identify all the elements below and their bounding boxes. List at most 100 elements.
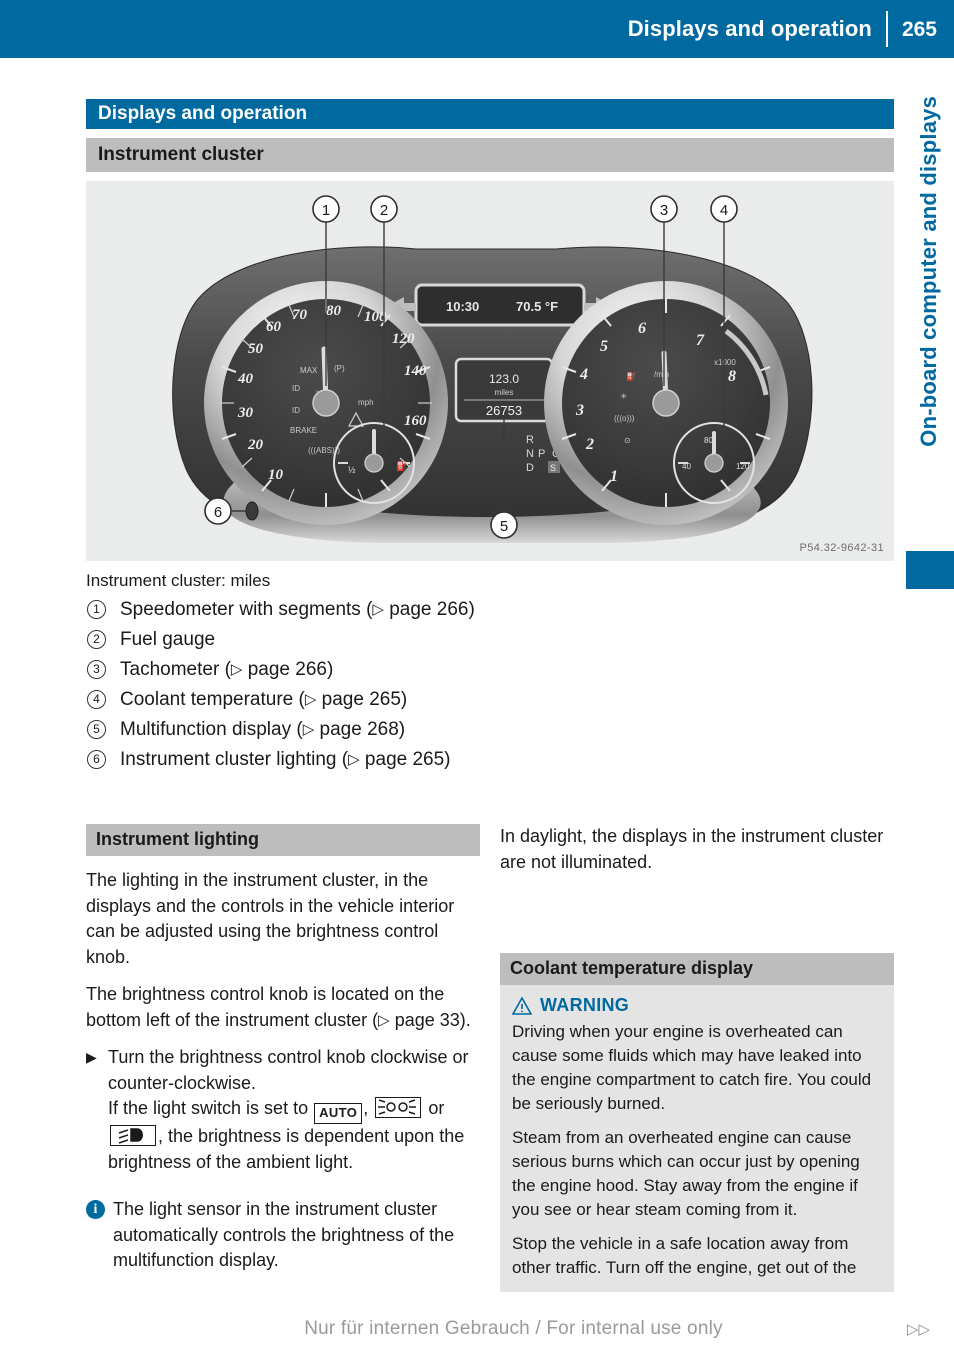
triangle-ref-icon: ▷ [302, 721, 315, 738]
svg-text:3: 3 [660, 202, 668, 219]
svg-text:10: 10 [268, 467, 284, 483]
svg-text:⛽: ⛽ [626, 371, 636, 381]
svg-text:70: 70 [292, 307, 308, 323]
footer-watermark-text: Nur für internen Gebrauch / For internal… [304, 1318, 723, 1339]
svg-text:ID: ID [292, 384, 300, 393]
legend-item: 6 Instrument cluster lighting (▷ page 26… [86, 745, 894, 775]
running-header-divider [885, 11, 888, 47]
svg-text:20: 20 [247, 437, 264, 453]
info-note-text: The light sensor in the instrument clust… [113, 1199, 455, 1270]
page-reference[interactable]: (▷ page 33). [372, 1010, 471, 1030]
svg-text:3: 3 [575, 402, 584, 419]
subsection-heading-label: Instrument lighting [96, 829, 259, 849]
page-reference[interactable]: (▷ page 268) [296, 719, 405, 740]
page-reference[interactable]: (▷ page 265) [342, 749, 451, 770]
side-index: On-board computer and displays [904, 96, 954, 566]
svg-text:40: 40 [237, 371, 254, 387]
legend-text-1: Speedometer with segments (▷ page 266) [120, 599, 475, 620]
svg-text:7: 7 [696, 332, 705, 349]
legend-number-1: 1 [86, 595, 120, 625]
svg-text:120: 120 [736, 462, 750, 471]
legend-item: 3 Tachometer (▷ page 266) [86, 655, 894, 685]
body-columns: Instrument lighting The lighting in the … [86, 824, 894, 1292]
legend-number-4: 4 [86, 685, 120, 715]
chapter-bar: Displays and operation [86, 99, 894, 129]
svg-text:½: ½ [348, 465, 356, 475]
triangle-ref-icon: ▷ [372, 601, 384, 618]
legend-number-5: 5 [86, 715, 120, 745]
section-bar-label: Instrument cluster [98, 144, 264, 165]
svg-text:120: 120 [392, 331, 415, 347]
svg-text:40: 40 [682, 462, 691, 471]
instrument-cluster-illustration: 10:30 70.5 °F 123.0 miles 26753 R N P C … [86, 181, 894, 561]
legend-item: 5 Multifunction display (▷ page 268) [86, 715, 894, 745]
svg-text:S: S [550, 463, 556, 473]
svg-text:x1000: x1000 [714, 358, 736, 367]
low-beam-headlight-icon [110, 1125, 156, 1146]
content-area: Displays and operation Instrument cluste… [86, 99, 894, 775]
svg-text:BRAKE: BRAKE [290, 426, 317, 435]
svg-text:1: 1 [610, 468, 618, 485]
paragraph-daylight: In daylight, the displays in the instrum… [500, 826, 884, 872]
legend-number-6: 6 [86, 745, 120, 775]
svg-text:4: 4 [720, 202, 728, 219]
section-bar: Instrument cluster [86, 138, 894, 172]
auto-light-switch-icon: AUTO [314, 1103, 363, 1124]
triangle-ref-icon: ▷ [378, 1011, 390, 1029]
page-reference[interactable]: (▷ page 266) [225, 659, 334, 680]
figure-legend: 1 Speedometer with segments (▷ page 266)… [86, 595, 894, 775]
side-index-tab-marker [906, 551, 954, 589]
warning-header: WARNING [512, 995, 882, 1016]
left-column: Instrument lighting The lighting in the … [86, 824, 480, 1274]
side-index-label: On-board computer and displays [916, 96, 941, 447]
subsection-heading-label: Coolant temperature display [510, 958, 754, 978]
legend-item: 1 Speedometer with segments (▷ page 266) [86, 595, 894, 625]
legend-number-2: 2 [86, 625, 120, 655]
svg-text:⛽: ⛽ [396, 460, 407, 471]
svg-text:(P): (P) [334, 364, 345, 373]
figure-subtitle: Instrument cluster: miles [86, 571, 271, 590]
legend-text-6: Instrument cluster lighting (▷ page 265) [120, 749, 451, 770]
legend-text-4: Coolant temperature (▷ page 265) [120, 689, 408, 710]
page-reference[interactable]: (▷ page 265) [299, 689, 408, 710]
svg-text:10:30: 10:30 [446, 299, 479, 314]
right-column: In daylight, the displays in the instrum… [500, 824, 894, 1292]
subsection-coolant-temperature: Coolant temperature display [500, 953, 894, 985]
paragraph-knob-location: The brightness control knob is located o… [86, 984, 471, 1030]
step-text: Turn the brightness control knob clockwi… [108, 1047, 469, 1172]
svg-text:60: 60 [266, 319, 282, 335]
footer-arrow-marker: ▷▷ [906, 1321, 930, 1338]
svg-text:70.5 °F: 70.5 °F [516, 299, 558, 314]
svg-text:8: 8 [728, 368, 736, 385]
instrument-cluster-figure: 10:30 70.5 °F 123.0 miles 26753 R N P C … [86, 181, 894, 561]
legend-item: 2 Fuel gauge [86, 625, 894, 655]
page-footer: Nur für internen Gebrauch / For internal… [0, 1318, 954, 1340]
svg-text:6: 6 [214, 504, 222, 521]
svg-text:P: P [538, 448, 545, 460]
warning-paragraph-3: Stop the vehicle in a safe location away… [512, 1234, 857, 1277]
page-number: 265 [901, 17, 937, 41]
legend-text-5: Multifunction display (▷ page 268) [120, 719, 406, 740]
page-reference[interactable]: (▷ page 266) [366, 599, 475, 620]
svg-text:miles: miles [495, 388, 514, 397]
paragraph-lighting-intro: The lighting in the instrument cluster, … [86, 870, 455, 967]
legend-number-3: 3 [86, 655, 120, 685]
warning-paragraph-2: Steam from an overheated engine can caus… [512, 1128, 860, 1219]
svg-text:6: 6 [638, 320, 646, 337]
svg-text:1: 1 [322, 202, 330, 219]
svg-text:5: 5 [500, 518, 508, 535]
svg-text:mph: mph [358, 398, 374, 407]
warning-triangle-icon [512, 996, 532, 1015]
running-header-title: Displays and operation [627, 16, 872, 41]
instruction-step: ▶ Turn the brightness control knob clock… [86, 1045, 480, 1175]
legend-text-3: Tachometer (▷ page 266) [120, 659, 334, 680]
svg-text:N: N [526, 448, 534, 460]
svg-text:☀: ☀ [620, 392, 627, 401]
subsection-instrument-lighting: Instrument lighting [86, 824, 480, 856]
svg-text:160: 160 [404, 413, 427, 429]
info-note: i The light sensor in the instrument clu… [86, 1197, 480, 1274]
svg-text:⊙: ⊙ [624, 436, 631, 445]
svg-text:26753: 26753 [486, 403, 522, 418]
running-header: Displays and operation 265 [0, 0, 954, 58]
info-icon: i [86, 1197, 113, 1274]
